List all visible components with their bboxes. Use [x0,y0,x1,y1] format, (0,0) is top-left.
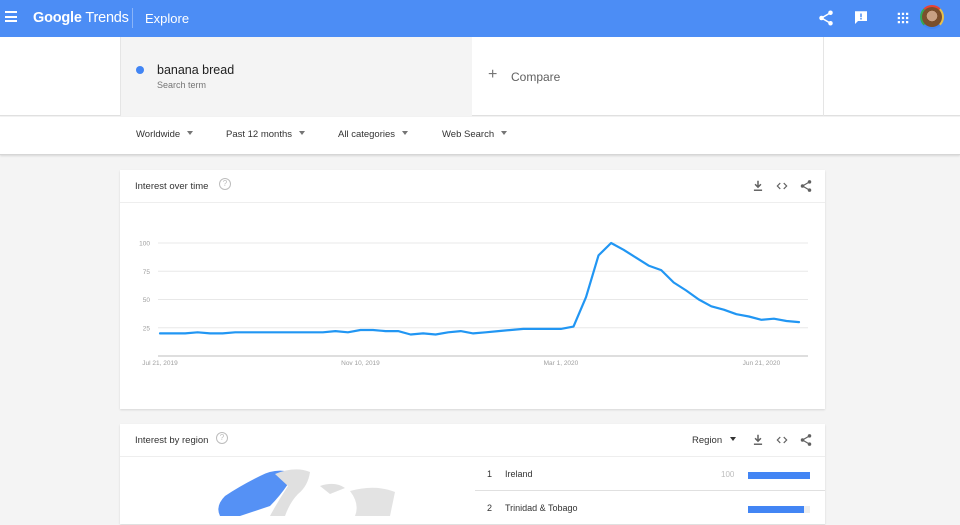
x-tick-label: Nov 10, 2019 [341,360,380,367]
time-range-label: Past 12 months [226,129,293,140]
share-icon[interactable] [799,433,813,447]
interest-over-time-card: Interest over time ? 25 50 75 100 Jul 21, 20… [120,170,825,409]
share-icon[interactable] [817,9,835,27]
x-tick-label: Jun 21, 2020 [743,360,781,367]
region-bar [748,506,804,513]
region-resolution-dropdown[interactable]: Region [692,435,737,446]
location-dropdown[interactable]: Worldwide [136,129,194,140]
y-tick-label: 50 [143,297,151,304]
filter-bar: Worldwide Past 12 months All categories … [0,117,960,155]
search-terms-bar: banana bread Search term + Compare [0,37,960,116]
card-header: Interest by region ? Region [120,424,825,457]
caret-down-icon [299,131,306,136]
y-tick-label: 75 [143,269,151,276]
embed-icon[interactable] [775,433,789,447]
share-icon[interactable] [799,179,813,193]
region-bar-track [748,472,810,479]
region-bar [748,472,810,479]
menu-icon[interactable] [5,11,17,25]
region-name[interactable]: Ireland [505,469,533,479]
logo-product: Trends [85,10,129,26]
card-title: Interest by region [135,435,209,446]
category-dropdown[interactable]: All categories [338,129,409,140]
region-list-item[interactable]: 2 Trinidad & Tobago [475,492,825,525]
section-title: Explore [145,11,190,26]
search-term-subtitle: Search term [157,80,207,90]
embed-icon[interactable] [775,179,789,193]
time-range-dropdown[interactable]: Past 12 months [226,129,306,140]
y-tick-label: 25 [143,325,151,332]
feedback-icon[interactable] [852,9,870,27]
series-line-banana-bread [158,241,801,336]
card-header: Interest over time ? [120,170,825,203]
account-avatar[interactable] [920,5,944,29]
download-icon[interactable] [751,433,765,447]
caret-down-icon [730,437,737,442]
interest-line-chart[interactable]: 25 50 75 100 Jul 21, 2019 Nov 10, 2019 Mar 1, … [120,203,825,408]
location-label: Worldwide [136,129,181,140]
logo-brand: Google [33,10,82,26]
card-title: Interest over time [135,181,209,192]
plus-icon: + [488,66,498,83]
caret-down-icon [187,131,194,136]
search-term-card[interactable]: banana bread Search term [120,37,472,116]
x-tick-label: Jul 21, 2019 [142,360,178,367]
top-app-bar: Google Trends Explore [0,0,960,37]
region-rank: 1 [487,469,493,479]
caret-down-icon [501,131,508,136]
region-resolution-label: Region [692,435,723,446]
region-rank: 2 [487,503,493,513]
search-term-name[interactable]: banana bread [157,63,234,77]
compare-button[interactable]: + Compare [472,37,824,116]
help-icon[interactable]: ? [219,178,231,190]
term-color-dot [136,66,144,74]
region-name[interactable]: Trinidad & Tobago [505,503,578,513]
apps-icon[interactable] [894,9,912,27]
region-bar-track [748,506,810,513]
search-type-label: Web Search [442,129,495,140]
region-list-item[interactable]: 1 Ireland 100 [475,458,825,491]
category-label: All categories [338,129,396,140]
download-icon[interactable] [751,179,765,193]
caret-down-icon [402,131,409,136]
x-tick-label: Mar 1, 2020 [544,360,579,367]
region-value: 100 [721,470,735,479]
compare-label: Compare [511,70,561,84]
header-divider [132,8,133,28]
world-map[interactable] [200,466,400,516]
help-icon[interactable]: ? [216,432,228,444]
search-type-dropdown[interactable]: Web Search [442,129,508,140]
y-tick-label: 100 [139,241,150,248]
interest-by-region-card: Interest by region ? Region 1 Ireland 10… [120,424,825,525]
google-trends-logo[interactable]: Google Trends [33,10,129,26]
